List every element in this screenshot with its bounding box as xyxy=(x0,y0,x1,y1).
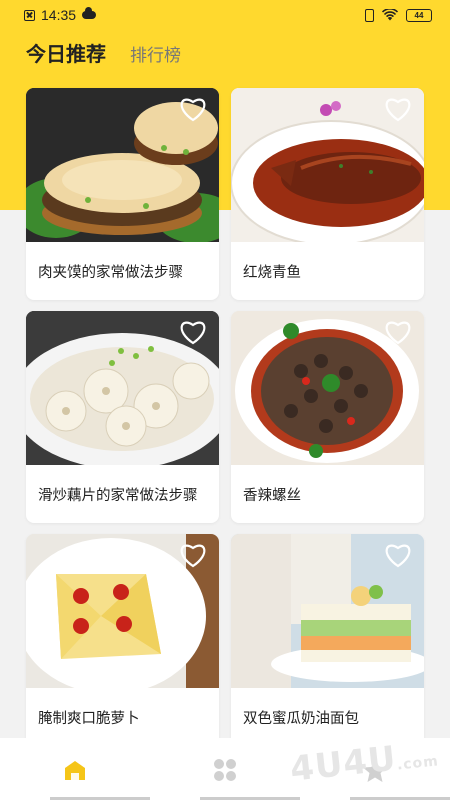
recipe-grid: 肉夹馍的家常做法步骤 红烧青鱼 滑炒藕片的家常做法步骤 香辣螺丝 腌制爽口脆萝卜… xyxy=(26,88,424,746)
recipe-card[interactable]: 肉夹馍的家常做法步骤 xyxy=(26,88,219,300)
tab-ranking[interactable]: 排行榜 xyxy=(130,41,181,66)
wifi-icon xyxy=(382,9,398,21)
recipe-title: 腌制爽口脆萝卜 xyxy=(38,710,140,727)
favorite-heart-icon[interactable] xyxy=(179,319,207,345)
recipe-image xyxy=(26,88,219,242)
recipe-card[interactable]: 腌制爽口脆萝卜 xyxy=(26,534,219,746)
favorite-heart-icon[interactable] xyxy=(179,542,207,568)
recipe-card[interactable]: 滑炒藕片的家常做法步骤 xyxy=(26,311,219,523)
home-icon xyxy=(65,761,85,780)
cloud-icon xyxy=(82,7,97,19)
vibrate-icon xyxy=(365,8,374,22)
favorite-heart-icon[interactable] xyxy=(384,319,412,345)
recipe-title: 香辣螺丝 xyxy=(243,487,301,504)
recipe-card[interactable]: 双色蜜瓜奶油面包 xyxy=(231,534,424,746)
recipe-title: 红烧青鱼 xyxy=(243,264,301,281)
recipe-title: 肉夹馍的家常做法步骤 xyxy=(38,264,183,281)
recipe-card[interactable]: 红烧青鱼 xyxy=(231,88,424,300)
nav-category[interactable] xyxy=(150,738,300,800)
recipe-image xyxy=(231,311,424,465)
recipe-title: 双色蜜瓜奶油面包 xyxy=(243,710,359,727)
favorite-heart-icon[interactable] xyxy=(179,96,207,122)
recipe-title: 滑炒藕片的家常做法步骤 xyxy=(38,487,198,504)
battery-indicator: 44 xyxy=(406,8,432,22)
recipe-image xyxy=(231,88,424,242)
tab-today-recommend[interactable]: 今日推荐 xyxy=(26,38,106,67)
status-time: 14:35 xyxy=(41,7,77,23)
nav-home[interactable] xyxy=(0,738,150,800)
recipe-card[interactable]: 香辣螺丝 xyxy=(231,311,424,523)
recipe-image xyxy=(26,534,219,688)
favorite-heart-icon[interactable] xyxy=(384,96,412,122)
category-icon xyxy=(214,759,236,781)
recipe-image xyxy=(26,311,219,465)
header-tabs: 今日推荐 排行榜 xyxy=(26,38,181,67)
recipe-image xyxy=(231,534,424,688)
favorite-heart-icon[interactable] xyxy=(384,542,412,568)
no-sim-icon xyxy=(24,9,35,21)
status-bar: 14:35 44 xyxy=(0,0,450,30)
